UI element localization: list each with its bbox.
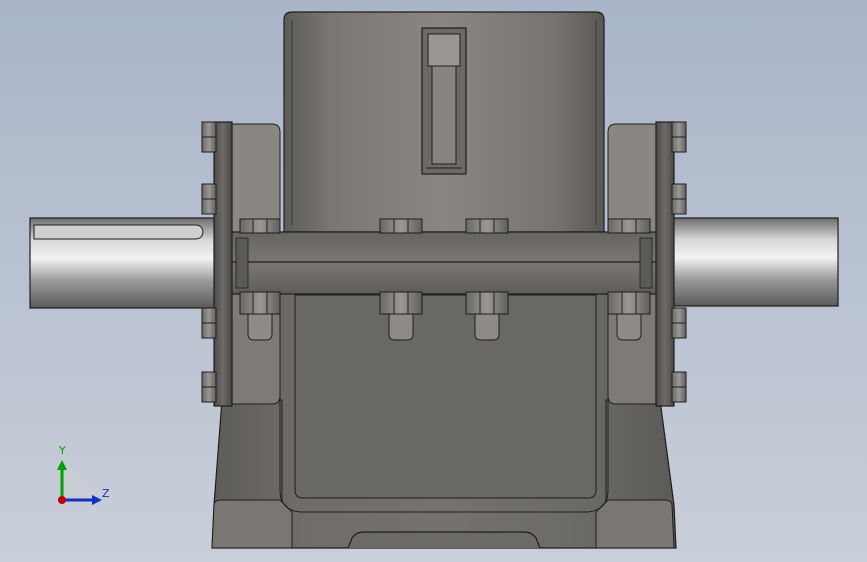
- orientation-triad[interactable]: Y Z: [44, 438, 124, 518]
- z-axis-label: Z: [102, 487, 110, 500]
- nut: [607, 218, 651, 234]
- z-axis-arrow: [92, 495, 102, 505]
- y-axis-label: Y: [58, 444, 66, 457]
- nut: [379, 218, 423, 234]
- output-shaft[interactable]: [661, 217, 839, 307]
- x-axis-dot: [58, 496, 66, 504]
- bolt-head: [671, 307, 687, 339]
- left-end-cap[interactable]: [213, 121, 233, 407]
- nut: [239, 218, 281, 234]
- bolt-head: [201, 371, 217, 403]
- inspection-window[interactable]: [421, 27, 467, 175]
- bolt-head: [671, 121, 687, 153]
- triad-quadrant: [62, 468, 94, 500]
- right-end-cap[interactable]: [655, 121, 675, 407]
- split-flange[interactable]: [227, 231, 661, 295]
- nut: [465, 218, 509, 234]
- bolt-head: [671, 371, 687, 403]
- bolt-head: [671, 183, 687, 215]
- graphics-viewport[interactable]: Y Z: [0, 0, 867, 562]
- bolt-head: [201, 307, 217, 339]
- input-shaft[interactable]: [29, 217, 221, 309]
- bolt-head: [201, 183, 217, 215]
- lower-housing[interactable]: [211, 289, 677, 549]
- gearbox-model[interactable]: [0, 0, 867, 562]
- bolt-head: [201, 121, 217, 153]
- y-axis-arrow: [57, 460, 67, 470]
